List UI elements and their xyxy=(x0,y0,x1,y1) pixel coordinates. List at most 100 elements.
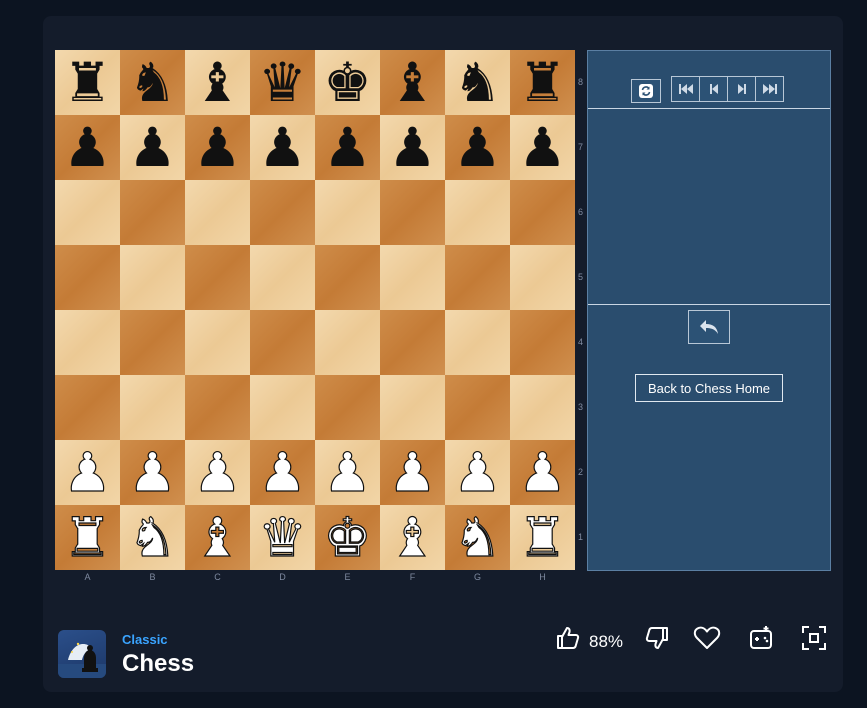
square-b1[interactable]: ♞ xyxy=(120,505,185,570)
chess-board[interactable]: ♜ ♞ ♝ ♛ ♚ ♝ ♞ ♜ ♟ ♟ ♟ ♟ ♟ ♟ ♟ ♟ ♟ ♟ ♟ ♟ ♟ ♟ ♟ ♟ ♜ ♞ ♝ ♛ ♚ ♝ ♞ ♜ xyxy=(55,50,575,570)
white-piece[interactable]: ♟ xyxy=(128,444,178,499)
square-f7[interactable]: ♟ xyxy=(380,115,445,180)
black-piece[interactable]: ♟ xyxy=(258,120,306,175)
white-piece[interactable]: ♞ xyxy=(453,509,503,564)
square-h8[interactable]: ♜ xyxy=(510,50,575,115)
square-e8[interactable]: ♚ xyxy=(315,50,380,115)
white-piece[interactable]: ♜ xyxy=(518,509,568,564)
square-d6[interactable] xyxy=(250,180,315,245)
game-category[interactable]: Classic xyxy=(122,632,168,647)
square-a2[interactable]: ♟ xyxy=(55,440,120,505)
square-g2[interactable]: ♟ xyxy=(445,440,510,505)
black-piece[interactable]: ♜ xyxy=(518,55,566,110)
square-b2[interactable]: ♟ xyxy=(120,440,185,505)
black-piece[interactable]: ♟ xyxy=(518,120,566,175)
white-piece[interactable]: ♟ xyxy=(518,444,568,499)
black-piece[interactable]: ♛ xyxy=(258,55,306,110)
white-piece[interactable]: ♟ xyxy=(63,444,113,499)
white-piece[interactable]: ♝ xyxy=(388,509,438,564)
first-move-button[interactable] xyxy=(671,76,700,102)
white-piece[interactable]: ♟ xyxy=(323,444,373,499)
square-c7[interactable]: ♟ xyxy=(185,115,250,180)
square-b4[interactable] xyxy=(120,310,185,375)
square-e2[interactable]: ♟ xyxy=(315,440,380,505)
black-piece[interactable]: ♟ xyxy=(128,120,176,175)
square-d7[interactable]: ♟ xyxy=(250,115,315,180)
square-a8[interactable]: ♜ xyxy=(55,50,120,115)
square-c2[interactable]: ♟ xyxy=(185,440,250,505)
square-a7[interactable]: ♟ xyxy=(55,115,120,180)
square-a3[interactable] xyxy=(55,375,120,440)
black-piece[interactable]: ♞ xyxy=(453,55,501,110)
prev-move-button[interactable] xyxy=(699,76,728,102)
square-d8[interactable]: ♛ xyxy=(250,50,315,115)
square-f3[interactable] xyxy=(380,375,445,440)
square-f1[interactable]: ♝ xyxy=(380,505,445,570)
square-g7[interactable]: ♟ xyxy=(445,115,510,180)
white-piece[interactable]: ♛ xyxy=(258,509,308,564)
next-move-button[interactable] xyxy=(727,76,756,102)
square-e4[interactable] xyxy=(315,310,380,375)
square-c4[interactable] xyxy=(185,310,250,375)
white-piece[interactable]: ♚ xyxy=(323,509,373,564)
square-h1[interactable]: ♜ xyxy=(510,505,575,570)
square-c1[interactable]: ♝ xyxy=(185,505,250,570)
add-to-collection-button[interactable] xyxy=(746,625,776,655)
square-f2[interactable]: ♟ xyxy=(380,440,445,505)
favorite-button[interactable] xyxy=(692,625,722,655)
black-piece[interactable]: ♟ xyxy=(323,120,371,175)
square-f5[interactable] xyxy=(380,245,445,310)
square-g3[interactable] xyxy=(445,375,510,440)
square-b6[interactable] xyxy=(120,180,185,245)
black-piece[interactable]: ♟ xyxy=(193,120,241,175)
square-h3[interactable] xyxy=(510,375,575,440)
square-b7[interactable]: ♟ xyxy=(120,115,185,180)
black-piece[interactable]: ♟ xyxy=(63,120,111,175)
black-piece[interactable]: ♜ xyxy=(63,55,111,110)
square-a4[interactable] xyxy=(55,310,120,375)
square-g4[interactable] xyxy=(445,310,510,375)
square-d5[interactable] xyxy=(250,245,315,310)
square-a1[interactable]: ♜ xyxy=(55,505,120,570)
undo-button[interactable] xyxy=(688,310,730,344)
square-d3[interactable] xyxy=(250,375,315,440)
square-c6[interactable] xyxy=(185,180,250,245)
white-piece[interactable]: ♟ xyxy=(193,444,243,499)
square-d2[interactable]: ♟ xyxy=(250,440,315,505)
square-g1[interactable]: ♞ xyxy=(445,505,510,570)
square-b3[interactable] xyxy=(120,375,185,440)
square-c8[interactable]: ♝ xyxy=(185,50,250,115)
square-g6[interactable] xyxy=(445,180,510,245)
square-h4[interactable] xyxy=(510,310,575,375)
square-b8[interactable]: ♞ xyxy=(120,50,185,115)
black-piece[interactable]: ♞ xyxy=(128,55,176,110)
black-piece[interactable]: ♝ xyxy=(193,55,241,110)
square-f4[interactable] xyxy=(380,310,445,375)
white-piece[interactable]: ♝ xyxy=(193,509,243,564)
black-piece[interactable]: ♟ xyxy=(388,120,436,175)
back-to-chess-home-button[interactable]: Back to Chess Home xyxy=(635,374,783,402)
square-h2[interactable]: ♟ xyxy=(510,440,575,505)
square-g8[interactable]: ♞ xyxy=(445,50,510,115)
last-move-button[interactable] xyxy=(755,76,784,102)
square-e6[interactable] xyxy=(315,180,380,245)
square-c3[interactable] xyxy=(185,375,250,440)
square-a6[interactable] xyxy=(55,180,120,245)
square-d4[interactable] xyxy=(250,310,315,375)
white-piece[interactable]: ♜ xyxy=(63,509,113,564)
square-e7[interactable]: ♟ xyxy=(315,115,380,180)
square-e1[interactable]: ♚ xyxy=(315,505,380,570)
square-e3[interactable] xyxy=(315,375,380,440)
black-piece[interactable]: ♟ xyxy=(453,120,501,175)
square-h5[interactable] xyxy=(510,245,575,310)
square-b5[interactable] xyxy=(120,245,185,310)
square-g5[interactable] xyxy=(445,245,510,310)
dislike-button[interactable] xyxy=(642,625,672,655)
square-d1[interactable]: ♛ xyxy=(250,505,315,570)
square-h7[interactable]: ♟ xyxy=(510,115,575,180)
fullscreen-button[interactable] xyxy=(799,625,829,655)
white-piece[interactable]: ♟ xyxy=(258,444,308,499)
black-piece[interactable]: ♝ xyxy=(388,55,436,110)
square-a5[interactable] xyxy=(55,245,120,310)
square-h6[interactable] xyxy=(510,180,575,245)
